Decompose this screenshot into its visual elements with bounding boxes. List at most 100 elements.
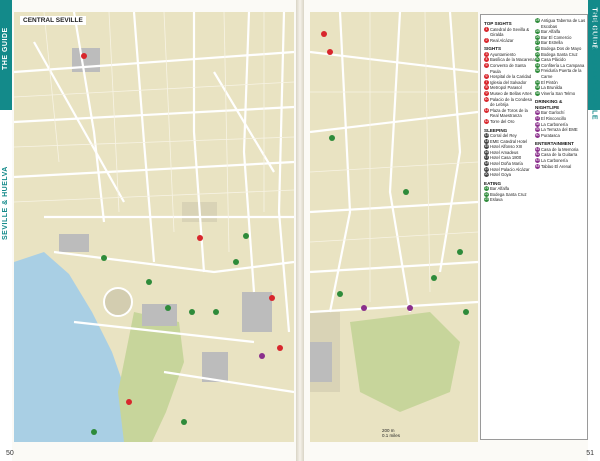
legend-item-number: 30: [535, 57, 540, 63]
legend-column-2: 24 Antigua Taberna de Las Escobas 25 Bar Al…: [535, 18, 586, 169]
map-west-panel: CENTRAL SEVILLE: [14, 12, 294, 442]
legend-item-label: Plaza de Toros de la Real Maestranza: [490, 107, 528, 119]
legend-item-label: Torre del Oro: [490, 118, 515, 124]
legend-item[interactable]: 2 Real Alcázar: [484, 37, 535, 44]
marker-eating[interactable]: [181, 419, 187, 425]
legend-item-number: 12: [484, 118, 489, 124]
book-gutter: [296, 0, 304, 461]
left-tab-guide-label: THE GUIDE: [2, 27, 9, 70]
building-alcazar: [242, 292, 272, 332]
legend-item-label: Eslava: [490, 197, 503, 203]
marker-drinking[interactable]: [361, 305, 367, 311]
marker-eating[interactable]: [431, 275, 437, 281]
legend-item-number: 15: [484, 144, 489, 150]
marker-sight[interactable]: [277, 345, 283, 351]
marker-eating[interactable]: [146, 279, 152, 285]
marker-eating[interactable]: [213, 309, 219, 315]
legend-item-number: 32: [535, 68, 540, 74]
legend-item-number: 6: [484, 74, 489, 80]
marker-eating[interactable]: [457, 249, 463, 255]
legend-item[interactable]: 20 Hotel Goya: [484, 172, 535, 178]
legend-item-number: 2: [484, 37, 489, 43]
legend-item-label: Convento de Santa Paula: [490, 62, 526, 74]
legend-item-number: 10: [484, 96, 489, 102]
legend-item-label: Puratasca: [541, 132, 560, 138]
legend-item-number: 13: [484, 133, 489, 138]
marker-eating[interactable]: [233, 259, 239, 265]
legend-item-number: 3: [484, 51, 489, 57]
legend-item-label: Antigua Taberna de Las Escobas: [541, 18, 586, 29]
legend-item-number: 18: [484, 160, 489, 166]
legend-item[interactable]: 24 Antigua Taberna de Las Escobas: [535, 18, 586, 29]
legend-item[interactable]: 32 Freiduría Puerta de la Carne: [535, 68, 586, 79]
legend-item-number: 38: [535, 121, 540, 127]
legend-item-number: 28: [535, 45, 540, 51]
marker-sight[interactable]: [269, 295, 275, 301]
map-west-svg: [14, 12, 294, 442]
legend-item-number: 40: [535, 132, 540, 138]
marker-eating[interactable]: [329, 135, 335, 141]
legend-item[interactable]: 23 Eslava: [484, 197, 535, 203]
legend-item-number: 11: [484, 107, 489, 113]
marker-sight[interactable]: [81, 53, 87, 59]
legend-item[interactable]: 11 Plaza de Toros de la Real Maestranza: [484, 107, 535, 119]
legend-item-number: 35: [535, 90, 540, 96]
marker-eating[interactable]: [165, 305, 171, 311]
marker-drinking[interactable]: [259, 353, 265, 359]
legend-item-number: 1: [484, 26, 489, 32]
legend-item[interactable]: 12 Torre del Oro: [484, 118, 535, 125]
scale-label-bottom: 0.1 miles: [382, 433, 401, 438]
legend-item-number: 20: [484, 172, 489, 178]
marker-eating[interactable]: [189, 309, 195, 315]
legend-item-number: 17: [484, 155, 489, 161]
guidebook-spread: THE GUIDE SEVILLE & HUELVA CENTRAL SEVIL…: [0, 0, 600, 461]
legend-item-number: 37: [535, 115, 540, 121]
map-east-svg: [310, 12, 478, 442]
marker-eating[interactable]: [243, 233, 249, 239]
legend-section-heading: DRINKING & NIGHTLIFE: [535, 99, 563, 110]
marker-eating[interactable]: [463, 309, 469, 315]
legend-column-1: TOP SIGHTS 1 Catedral de Sevilla & Giralda…: [484, 18, 535, 203]
marker-sight[interactable]: [327, 49, 333, 55]
left-tab-region-label: SEVILLE & HUELVA: [2, 166, 9, 240]
legend-item-number: 21: [484, 186, 489, 192]
left-page-number: 50: [6, 450, 14, 457]
legend-item[interactable]: 5 Convento de Santa Paula: [484, 62, 535, 74]
legend-item[interactable]: 44 Tablao El Arenal: [535, 163, 586, 170]
map-title: CENTRAL SEVILLE: [20, 16, 86, 25]
legend-item-number: 39: [535, 127, 540, 133]
legend-item-label: Hotel Goya: [490, 172, 511, 178]
marker-eating[interactable]: [403, 189, 409, 195]
marker-sight[interactable]: [126, 399, 132, 405]
marker-sight[interactable]: [197, 235, 203, 241]
legend-item-number: 34: [535, 85, 540, 91]
legend-item-label: Real Alcázar: [490, 37, 514, 43]
right-tab-region-label: SEVILLE & HUELVA SEVILLE: [591, 11, 598, 120]
legend-item-number: 36: [535, 110, 540, 116]
legend-item[interactable]: 1 Catedral de Sevilla & Giralda: [484, 26, 535, 38]
legend-item-label: Catedral de Sevilla & Giralda: [490, 26, 530, 38]
legend-item-number: 23: [484, 197, 489, 203]
right-page-number: 51: [586, 450, 594, 457]
legend-item[interactable]: 40 Puratasca: [535, 132, 586, 139]
legend-item-number: 42: [535, 152, 540, 158]
marker-eating[interactable]: [101, 255, 107, 261]
marker-drinking[interactable]: [407, 305, 413, 311]
left-side-tab: THE GUIDE SEVILLE & HUELVA: [0, 0, 12, 461]
left-page: THE GUIDE SEVILLE & HUELVA CENTRAL SEVIL…: [0, 0, 296, 461]
marker-sight[interactable]: [321, 31, 327, 37]
legend-item-number: 33: [535, 79, 540, 85]
legend-item-number: 26: [535, 34, 540, 40]
legend-item-number: 43: [535, 157, 540, 163]
marker-eating[interactable]: [91, 429, 97, 435]
legend-item[interactable]: 35 Vinería San Telmo: [535, 90, 586, 97]
marker-eating[interactable]: [337, 291, 343, 297]
legend-item-label: Palacio de la Condesa de Lebrija: [490, 96, 532, 108]
legend-item-number: 19: [484, 166, 489, 172]
legend-item-label: Tablao El Arenal: [541, 163, 572, 169]
legend-item-number: 9: [484, 90, 489, 96]
building-block: [59, 234, 89, 252]
legend-item-label: Freiduría Puerta de la Carne: [541, 68, 582, 79]
legend-item[interactable]: 10 Palacio de la Condesa de Lebrija: [484, 96, 535, 108]
bullring-plaza-de-toros: [103, 287, 133, 317]
